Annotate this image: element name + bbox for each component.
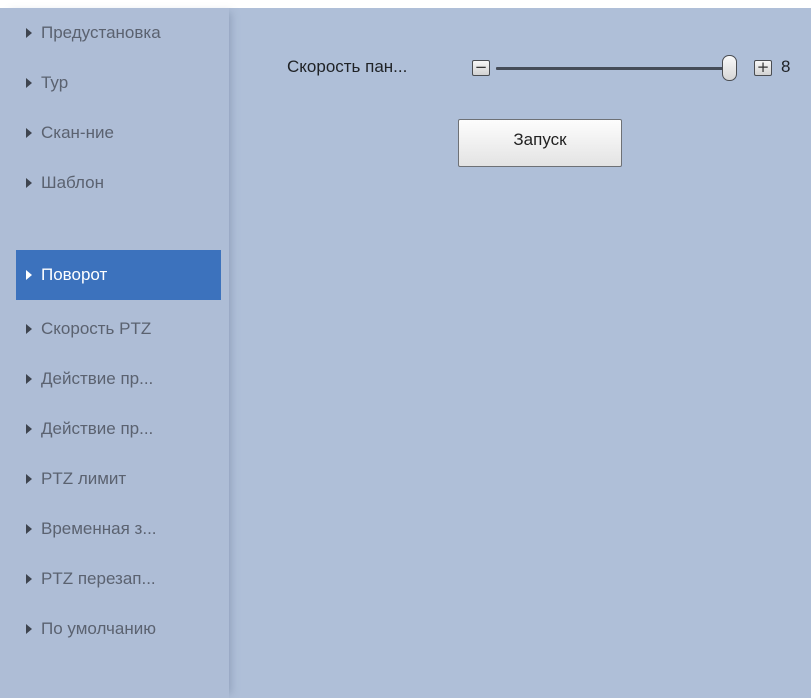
sidebar-item-label: Скан-ние bbox=[41, 123, 114, 142]
sidebar-item-label: Действие пр... bbox=[41, 419, 154, 438]
sidebar-item-scan[interactable]: Скан-ние bbox=[16, 108, 221, 158]
sidebar-item-pan[interactable]: Поворот bbox=[16, 250, 221, 300]
sidebar-item-label: PTZ лимит bbox=[41, 469, 127, 488]
caret-right-icon bbox=[26, 374, 32, 384]
caret-right-icon bbox=[26, 78, 32, 88]
caret-right-icon bbox=[26, 324, 32, 334]
caret-right-icon bbox=[26, 624, 32, 634]
sidebar-item-label: По умолчанию bbox=[41, 619, 156, 638]
plus-icon: + bbox=[756, 58, 770, 76]
caret-right-icon bbox=[26, 128, 32, 138]
sidebar-item-scheduled-task[interactable]: Временная з... bbox=[16, 504, 221, 554]
sidebar-item-power-up-action[interactable]: Действие пр... bbox=[16, 404, 221, 454]
start-button[interactable]: Запуск bbox=[458, 119, 622, 167]
speed-increase-button[interactable]: + bbox=[754, 60, 772, 76]
sidebar-item-label: Шаблон bbox=[41, 173, 104, 192]
sidebar-item-ptz-restart[interactable]: PTZ перезап... bbox=[16, 554, 221, 604]
sidebar-item-pattern[interactable]: Шаблон bbox=[16, 158, 221, 208]
sidebar-item-ptz-speed[interactable]: Скорость PTZ bbox=[16, 304, 221, 354]
sidebar-item-label: Предустановка bbox=[41, 23, 161, 42]
caret-right-icon bbox=[26, 524, 32, 534]
sidebar-item-idle-action[interactable]: Действие пр... bbox=[16, 354, 221, 404]
sidebar-item-label: Поворот bbox=[41, 265, 108, 284]
caret-right-icon bbox=[26, 178, 32, 188]
app-frame: Предустановка Тур Скан-ние Шаблон Поворо… bbox=[0, 8, 811, 698]
sidebar-item-preset[interactable]: Предустановка bbox=[16, 8, 221, 58]
speed-slider-track[interactable] bbox=[496, 67, 724, 70]
sidebar: Предустановка Тур Скан-ние Шаблон Поворо… bbox=[0, 8, 229, 698]
sidebar-item-ptz-limit[interactable]: PTZ лимит bbox=[16, 454, 221, 504]
pan-speed-label: Скорость пан... bbox=[287, 57, 408, 76]
sidebar-item-label: Действие пр... bbox=[41, 369, 154, 388]
caret-right-icon bbox=[26, 28, 32, 38]
caret-right-icon bbox=[26, 424, 32, 434]
sidebar-item-default[interactable]: По умолчанию bbox=[16, 604, 221, 654]
caret-right-icon bbox=[26, 474, 32, 484]
speed-decrease-button[interactable]: − bbox=[472, 60, 490, 76]
sidebar-item-label: PTZ перезап... bbox=[41, 569, 156, 588]
speed-slider-thumb[interactable] bbox=[721, 55, 737, 81]
sidebar-item-label: Скорость PTZ bbox=[41, 319, 152, 338]
caret-right-icon bbox=[26, 270, 32, 280]
speed-value: 8 bbox=[781, 57, 791, 76]
minus-icon: − bbox=[474, 58, 488, 76]
sidebar-item-tour[interactable]: Тур bbox=[16, 58, 221, 108]
sidebar-item-label: Тур bbox=[41, 73, 69, 92]
caret-right-icon bbox=[26, 574, 32, 584]
sidebar-item-label: Временная з... bbox=[41, 519, 157, 538]
